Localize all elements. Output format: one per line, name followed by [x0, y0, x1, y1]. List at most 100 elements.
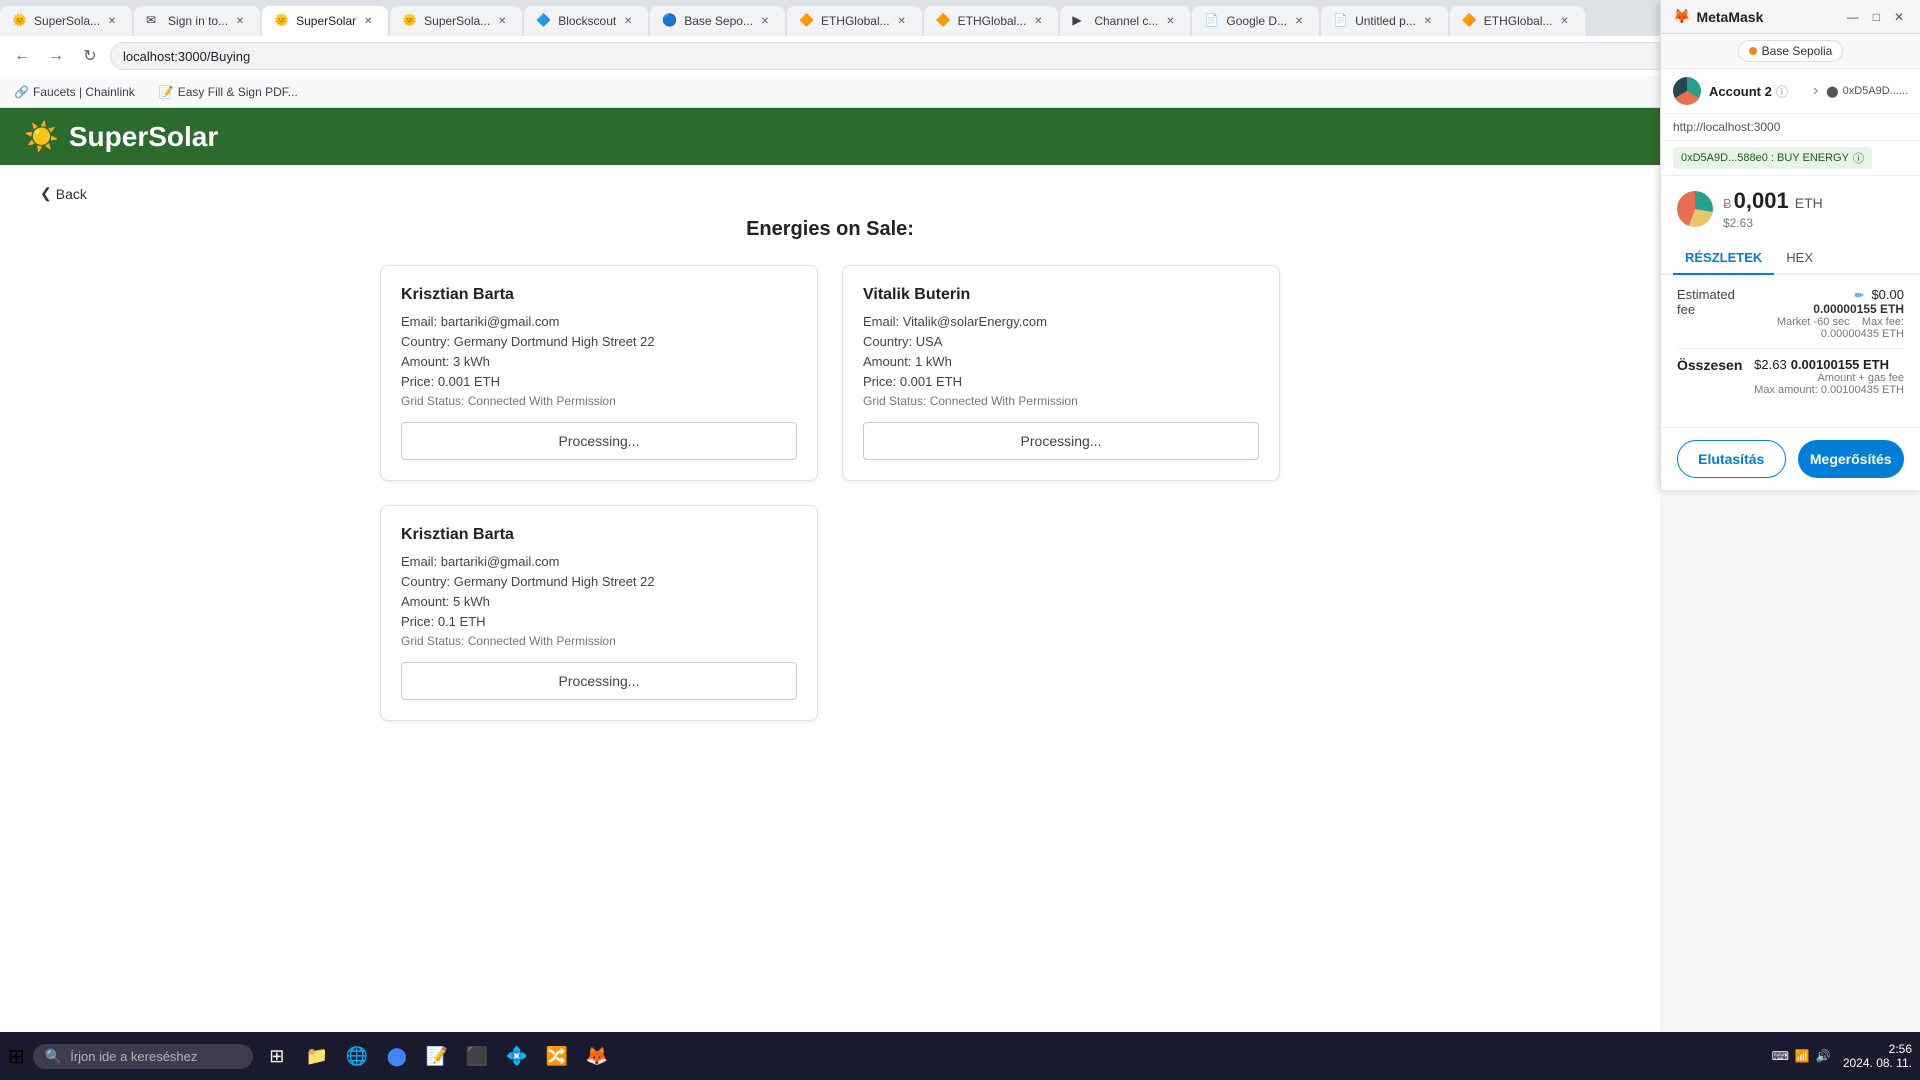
card-3-email: Email: bartariki@gmail.com [401, 554, 797, 569]
mm-eth-display: Ƀ 0,001 ETH $2.63 [1661, 176, 1920, 242]
taskbar-date-text: 2024. 08. 11. [1843, 1056, 1912, 1070]
mm-account-avatar [1673, 77, 1701, 105]
tab-12-close[interactable]: ✕ [1557, 13, 1573, 29]
mm-network-label: Base Sepolia [1762, 44, 1833, 58]
search-box[interactable]: 🔍 [33, 1044, 253, 1069]
tab-10-favicon: 📄 [1204, 13, 1220, 29]
tab-1-close[interactable]: ✕ [104, 13, 120, 29]
tab-11-close[interactable]: ✕ [1420, 13, 1436, 29]
tab-9-label: Channel c... [1094, 14, 1158, 28]
search-input[interactable] [70, 1049, 230, 1064]
mm-tab-details[interactable]: RÉSZLETEK [1673, 242, 1774, 275]
back-chevron-icon: ❮ [40, 185, 52, 202]
tab-1[interactable]: 🌞 SuperSola... ✕ [0, 6, 132, 36]
tab-5[interactable]: 🔷 Blockscout ✕ [524, 6, 648, 36]
card-1-buy-button[interactable]: Processing... [401, 422, 797, 460]
card-3-buy-button[interactable]: Processing... [401, 662, 797, 700]
card-3-grid-status: Grid Status: Connected With Permission [401, 634, 797, 648]
tab-10[interactable]: 📄 Google D... ✕ [1192, 6, 1319, 36]
card-1-name: Krisztian Barta [401, 286, 797, 304]
mm-total-label: Összesen [1677, 357, 1742, 373]
mm-close-button[interactable]: ✕ [1890, 10, 1908, 24]
mm-eth-b-symbol: Ƀ [1723, 196, 1732, 211]
mm-contract-row: 0xD5A9D...588e0 : BUY ENERGY ⓘ [1661, 141, 1920, 176]
taskbar-vscode-icon[interactable]: 📝 [421, 1040, 453, 1072]
taskbar-view-icon[interactable]: ⊞ [261, 1040, 293, 1072]
tab-9-close[interactable]: ✕ [1162, 13, 1178, 29]
tab-10-close[interactable]: ✕ [1291, 13, 1307, 29]
start-menu-button[interactable]: ⊞ [8, 1044, 25, 1069]
taskbar-folder-icon[interactable]: 📁 [301, 1040, 333, 1072]
tab-5-close[interactable]: ✕ [620, 13, 636, 29]
taskbar-terminal-icon[interactable]: ⬛ [461, 1040, 493, 1072]
tab-6[interactable]: 🔵 Base Sepo... ✕ [650, 6, 785, 36]
tab-2-close[interactable]: ✕ [232, 13, 248, 29]
tab-3[interactable]: 🌞 SuperSolar ✕ [262, 6, 388, 36]
tab-6-close[interactable]: ✕ [757, 13, 773, 29]
mm-header: 🦊 MetaMask — □ ✕ [1661, 0, 1920, 34]
taskbar-powershell-icon[interactable]: 💠 [501, 1040, 533, 1072]
mm-tabs: RÉSZLETEK HEX [1661, 242, 1920, 275]
mm-url-text: http://localhost:3000 [1673, 120, 1780, 134]
tab-4[interactable]: 🌞 SuperSola... ✕ [390, 6, 522, 36]
card-2-price: Price: 0.001 ETH [863, 374, 1259, 389]
taskbar-git-icon[interactable]: 🔀 [541, 1040, 573, 1072]
mm-title: 🦊 MetaMask [1673, 8, 1763, 25]
mm-reject-button[interactable]: Elutasítás [1677, 440, 1786, 478]
mm-network-badge[interactable]: Base Sepolia [1738, 40, 1844, 62]
edit-fee-icon[interactable]: ✏ [1855, 290, 1864, 302]
mm-eth-info: Ƀ 0,001 ETH $2.63 [1723, 188, 1823, 230]
tab-4-close[interactable]: ✕ [494, 13, 510, 29]
tab-8-close[interactable]: ✕ [1030, 13, 1046, 29]
reload-button[interactable]: ↻ [76, 42, 104, 70]
logo-icon: ☀️ [24, 120, 59, 153]
mm-account-nav-arrow[interactable]: › [1813, 82, 1818, 100]
mm-minimize-button[interactable]: — [1843, 10, 1863, 24]
card-3-amount: Amount: 5 kWh [401, 594, 797, 609]
taskbar-edge-icon[interactable]: 🌐 [341, 1040, 373, 1072]
tab-5-label: Blockscout [558, 14, 616, 28]
tab-12[interactable]: 🔶 ETHGlobal... ✕ [1450, 6, 1585, 36]
mm-account-info: Account 2 ⓘ [1709, 83, 1788, 100]
tab-8-label: ETHGlobal... [958, 14, 1027, 28]
mm-total-max: Amount + gas fee [1754, 372, 1904, 384]
logo: ☀️ SuperSolar [24, 120, 218, 153]
card-1-grid-status: Grid Status: Connected With Permission [401, 394, 797, 408]
mm-max-amount-eth: 0.00100435 ETH [1821, 384, 1904, 396]
card-2-buy-button[interactable]: Processing... [863, 422, 1259, 460]
tab-2[interactable]: ✉ Sign in to... ✕ [134, 6, 260, 36]
tab-11[interactable]: 📄 Untitled p... ✕ [1321, 6, 1448, 36]
mm-estimated-fee-eth: 0.00000155 ETH [1739, 302, 1904, 316]
back-link[interactable]: ❮ Back [40, 185, 1620, 202]
taskbar-time-text: 2:56 [1843, 1042, 1912, 1056]
tab-4-label: SuperSola... [424, 14, 490, 28]
address-input[interactable] [110, 42, 1912, 70]
tab-7[interactable]: 🔶 ETHGlobal... ✕ [787, 6, 922, 36]
taskbar-network-icon: 📶 [1795, 1049, 1810, 1063]
mm-confirm-button[interactable]: Megerősítés [1798, 440, 1905, 478]
tab-3-close[interactable]: ✕ [360, 13, 376, 29]
taskbar-extra-icon[interactable]: 🦊 [581, 1040, 613, 1072]
mm-eth-icon [1677, 191, 1713, 227]
chainlink-label: Faucets | Chainlink [33, 85, 135, 99]
tab-2-label: Sign in to... [168, 14, 228, 28]
mm-maximize-button[interactable]: □ [1869, 10, 1884, 24]
back-label: Back [56, 186, 87, 202]
bookmark-chainlink[interactable]: 🔗 Faucets | Chainlink [8, 83, 141, 101]
tab-7-close[interactable]: ✕ [894, 13, 910, 29]
address-bar: ← → ↻ [0, 36, 1920, 76]
taskbar-chrome-icon[interactable]: ⬤ [381, 1040, 413, 1072]
tab-3-favicon: 🌞 [274, 13, 290, 29]
card-2-grid-status: Grid Status: Connected With Permission [863, 394, 1259, 408]
mm-estimated-fee-label: Estimated fee [1677, 287, 1739, 317]
tab-11-label: Untitled p... [1355, 14, 1416, 28]
mm-tab-hex[interactable]: HEX [1774, 242, 1825, 275]
bookmark-pdf[interactable]: 📝 Easy Fill & Sign PDF... [153, 83, 304, 101]
mm-divider [1677, 348, 1904, 349]
tab-9[interactable]: ▶ Channel c... ✕ [1060, 6, 1190, 36]
card-1-price: Price: 0.001 ETH [401, 374, 797, 389]
back-button[interactable]: ← [8, 42, 36, 70]
forward-button[interactable]: → [42, 42, 70, 70]
tab-8[interactable]: 🔶 ETHGlobal... ✕ [924, 6, 1059, 36]
mm-account-left: Account 2 ⓘ [1673, 77, 1788, 105]
